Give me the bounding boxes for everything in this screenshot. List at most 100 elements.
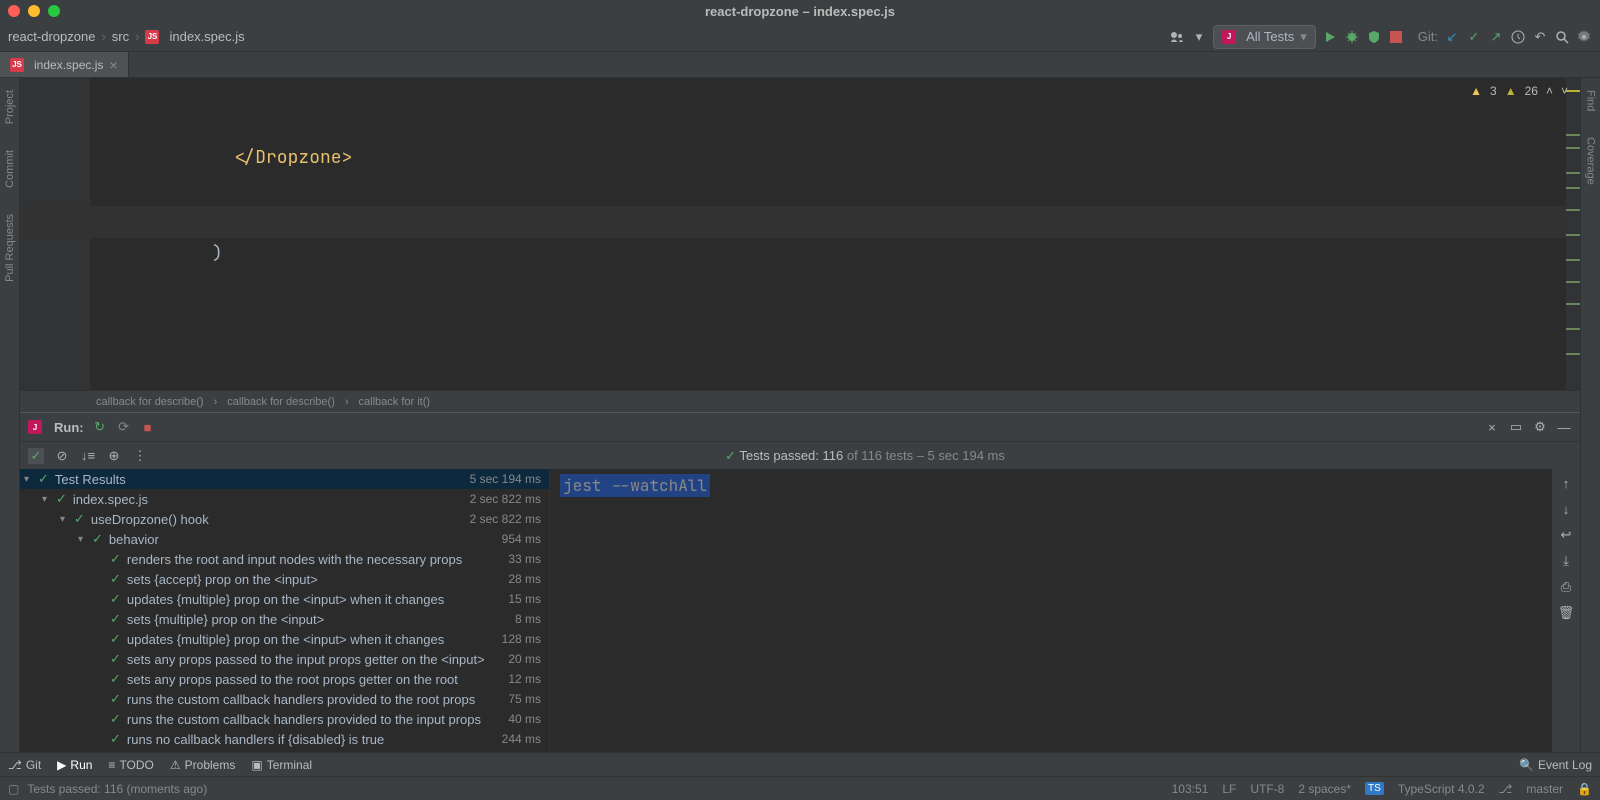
error-count: 3	[1490, 84, 1497, 98]
code-crumb[interactable]: callback for it()	[359, 396, 431, 408]
settings-icon[interactable]	[1576, 29, 1592, 45]
test-row[interactable]: ▾✓behavior954 ms	[20, 529, 549, 549]
test-root[interactable]: ▾ ✓ Test Results 5 sec 194 ms	[20, 469, 549, 489]
breadcrumb-project[interactable]: react-dropzone	[8, 29, 95, 44]
run-configuration-dropdown[interactable]: J All Tests ▾	[1213, 25, 1316, 49]
maximize-window-button[interactable]	[48, 5, 60, 17]
chevron-down-icon[interactable]: ▾	[42, 494, 56, 505]
soft-wrap-icon[interactable]: ↩	[1558, 527, 1574, 543]
test-console[interactable]: jest --watchAll	[550, 469, 1552, 752]
git-push-icon[interactable]: ↗	[1488, 29, 1504, 45]
stop-button[interactable]	[1388, 29, 1404, 45]
left-tool-stripe: Project Commit Pull Requests	[0, 78, 20, 752]
debug-button[interactable]	[1344, 29, 1360, 45]
editor-tab-index-spec[interactable]: JS index.spec.js ×	[0, 52, 129, 77]
show-passed-toggle[interactable]: ✓	[28, 448, 44, 464]
run-label: Run:	[54, 420, 84, 435]
coverage-button[interactable]	[1366, 29, 1382, 45]
chevron-down-icon[interactable]: ▾	[78, 534, 92, 545]
test-row[interactable]: ✓sets {accept} prop on the <input>28 ms	[20, 569, 549, 589]
rerun-button[interactable]: ↻	[92, 419, 108, 435]
check-icon: ✓	[74, 511, 85, 527]
typescript-version[interactable]: TypeScript 4.0.2	[1398, 782, 1485, 796]
chevron-right-icon: ›	[101, 29, 105, 44]
run-button[interactable]	[1322, 29, 1338, 45]
layout-icon[interactable]: ▭	[1508, 419, 1524, 435]
show-ignored-toggle[interactable]: ⊘	[54, 448, 70, 464]
sort-button[interactable]: ↓≡	[80, 448, 96, 464]
code-crumb[interactable]: callback for describe()	[96, 396, 204, 408]
commit-tool-button[interactable]: Commit	[2, 146, 18, 192]
weak-warning-icon: ▲	[1505, 84, 1517, 98]
test-label: sets any props passed to the root props …	[127, 672, 508, 687]
git-branch[interactable]: master	[1526, 782, 1563, 796]
close-icon[interactable]: ×	[109, 57, 117, 73]
chevron-up-icon[interactable]: ˄	[1546, 84, 1553, 98]
todo-tool-button[interactable]: ≡TODO	[108, 758, 153, 772]
test-row[interactable]: ✓sets {multiple} prop on the <input>8 ms	[20, 609, 549, 629]
git-tool-button[interactable]: ⎇Git	[8, 758, 41, 772]
scroll-to-end-icon[interactable]: ⤓	[1558, 553, 1574, 569]
project-tool-button[interactable]: Project	[2, 86, 18, 128]
rerun-failed-button[interactable]: ⟳	[116, 419, 132, 435]
check-icon: ✓	[110, 611, 121, 627]
terminal-tool-button[interactable]: ▣Terminal	[251, 758, 312, 772]
tests-summary: ✓ Tests passed: 116 of 116 tests – 5 sec…	[158, 448, 1572, 464]
print-icon[interactable]: ⎙	[1558, 579, 1574, 595]
chevron-down-icon[interactable]: ˅	[1561, 84, 1568, 98]
test-row[interactable]: ✓updates {multiple} prop on the <input> …	[20, 629, 549, 649]
check-icon: ✓	[38, 471, 49, 487]
breadcrumb-folder[interactable]: src	[112, 29, 129, 44]
git-commit-icon[interactable]: ✓	[1466, 29, 1482, 45]
gear-icon[interactable]: ⚙	[1532, 419, 1548, 435]
test-tree[interactable]: ▾ ✓ Test Results 5 sec 194 ms ▾✓index.sp…	[20, 469, 550, 752]
code-editor[interactable]: </Dropzone> ) expect(container.querySele…	[20, 78, 1580, 390]
git-update-icon[interactable]: ↙	[1444, 29, 1460, 45]
git-history-icon[interactable]	[1510, 29, 1526, 45]
git-revert-icon[interactable]: ↶	[1532, 29, 1548, 45]
file-encoding[interactable]: UTF-8	[1250, 782, 1284, 796]
indent-setting[interactable]: 2 spaces*	[1298, 782, 1351, 796]
up-icon[interactable]: ↑	[1558, 475, 1574, 491]
stop-button[interactable]: ■	[140, 419, 156, 435]
test-row[interactable]: ✓runs the custom callback handlers provi…	[20, 689, 549, 709]
chevron-down-icon[interactable]: ▾	[24, 474, 38, 485]
close-window-button[interactable]	[8, 5, 20, 17]
test-row[interactable]: ✓sets any props passed to the input prop…	[20, 649, 549, 669]
chevron-down-icon[interactable]: ▾	[60, 514, 74, 525]
close-icon[interactable]: ×	[1484, 419, 1500, 435]
inspection-hints[interactable]: ▲3 ▲26 ˄ ˅	[1470, 84, 1568, 98]
test-label: updates {multiple} prop on the <input> w…	[127, 632, 502, 647]
event-log-button[interactable]: 🔍Event Log	[1519, 758, 1592, 772]
error-stripe[interactable]	[1566, 78, 1580, 390]
coverage-tool-button[interactable]: Coverage	[1583, 133, 1599, 189]
pull-requests-tool-button[interactable]: Pull Requests	[2, 210, 18, 286]
minimize-window-button[interactable]	[28, 5, 40, 17]
expand-all-button[interactable]: ⊕	[106, 448, 122, 464]
test-row[interactable]: ▾✓index.spec.js2 sec 822 ms	[20, 489, 549, 509]
test-row[interactable]: ✓runs the custom callback handlers provi…	[20, 709, 549, 729]
breadcrumb-file[interactable]: index.spec.js	[169, 29, 244, 44]
problems-tool-button[interactable]: ⚠Problems	[170, 758, 235, 772]
test-row[interactable]: ✓sets any props passed to the root props…	[20, 669, 549, 689]
find-tool-button[interactable]: Find	[1583, 86, 1599, 115]
lock-icon[interactable]: 🔒	[1577, 782, 1592, 796]
run-tool-button[interactable]: ▶Run	[57, 758, 92, 772]
code-with-me-icon[interactable]	[1169, 29, 1185, 45]
more-icon[interactable]: ⋮	[132, 448, 148, 464]
line-separator[interactable]: LF	[1222, 782, 1236, 796]
test-time: 20 ms	[508, 652, 541, 666]
search-icon[interactable]	[1554, 29, 1570, 45]
minimize-icon[interactable]: —	[1556, 419, 1572, 435]
test-row[interactable]: ✓runs no callback handlers if {disabled}…	[20, 729, 549, 749]
test-row[interactable]: ▾✓useDropzone() hook2 sec 822 ms	[20, 509, 549, 529]
clear-icon[interactable]: 🗑	[1558, 605, 1574, 621]
chevron-down-icon[interactable]: ▾	[1191, 29, 1207, 45]
cursor-position[interactable]: 103:51	[1172, 782, 1209, 796]
test-row[interactable]: ✓updates {multiple} prop on the <input> …	[20, 589, 549, 609]
test-time: 75 ms	[508, 692, 541, 706]
test-row[interactable]: ✓renders the root and input nodes with t…	[20, 549, 549, 569]
down-icon[interactable]: ↓	[1558, 501, 1574, 517]
status-icon[interactable]: ▢	[8, 782, 19, 796]
code-crumb[interactable]: callback for describe()	[227, 396, 335, 408]
